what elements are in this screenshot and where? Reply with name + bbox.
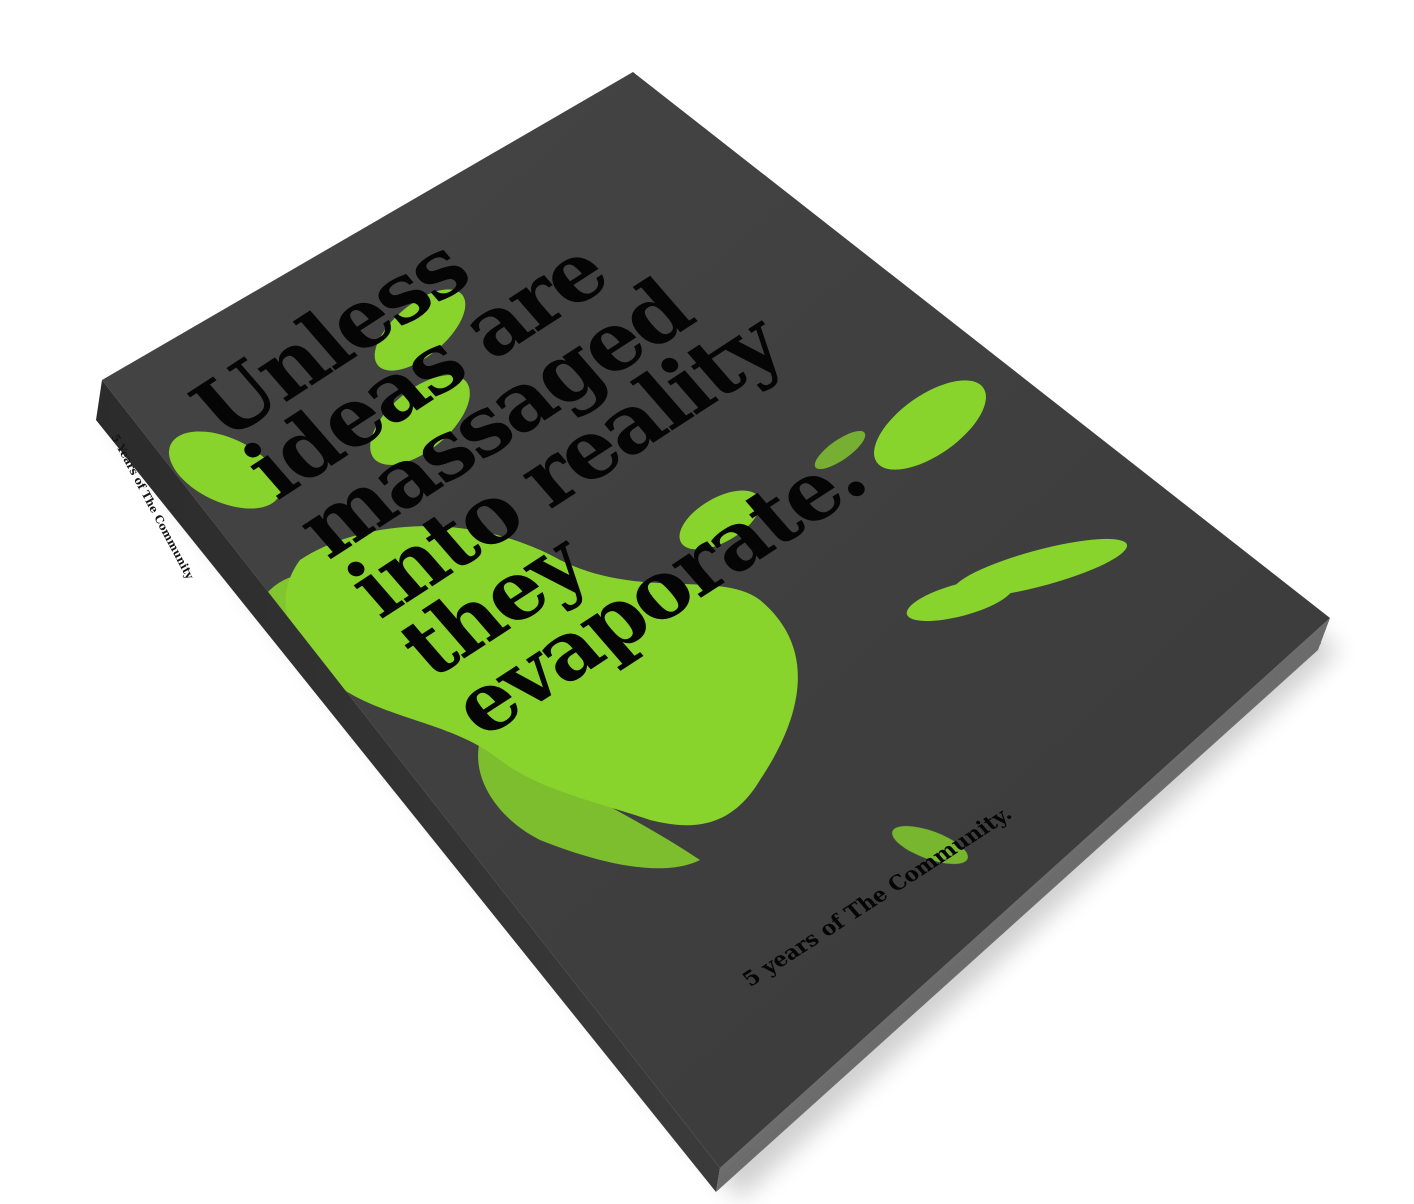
book-mockup: Unless ideas are massaged into reality t… [0,0,1414,1204]
book-illustration [96,72,1340,1200]
